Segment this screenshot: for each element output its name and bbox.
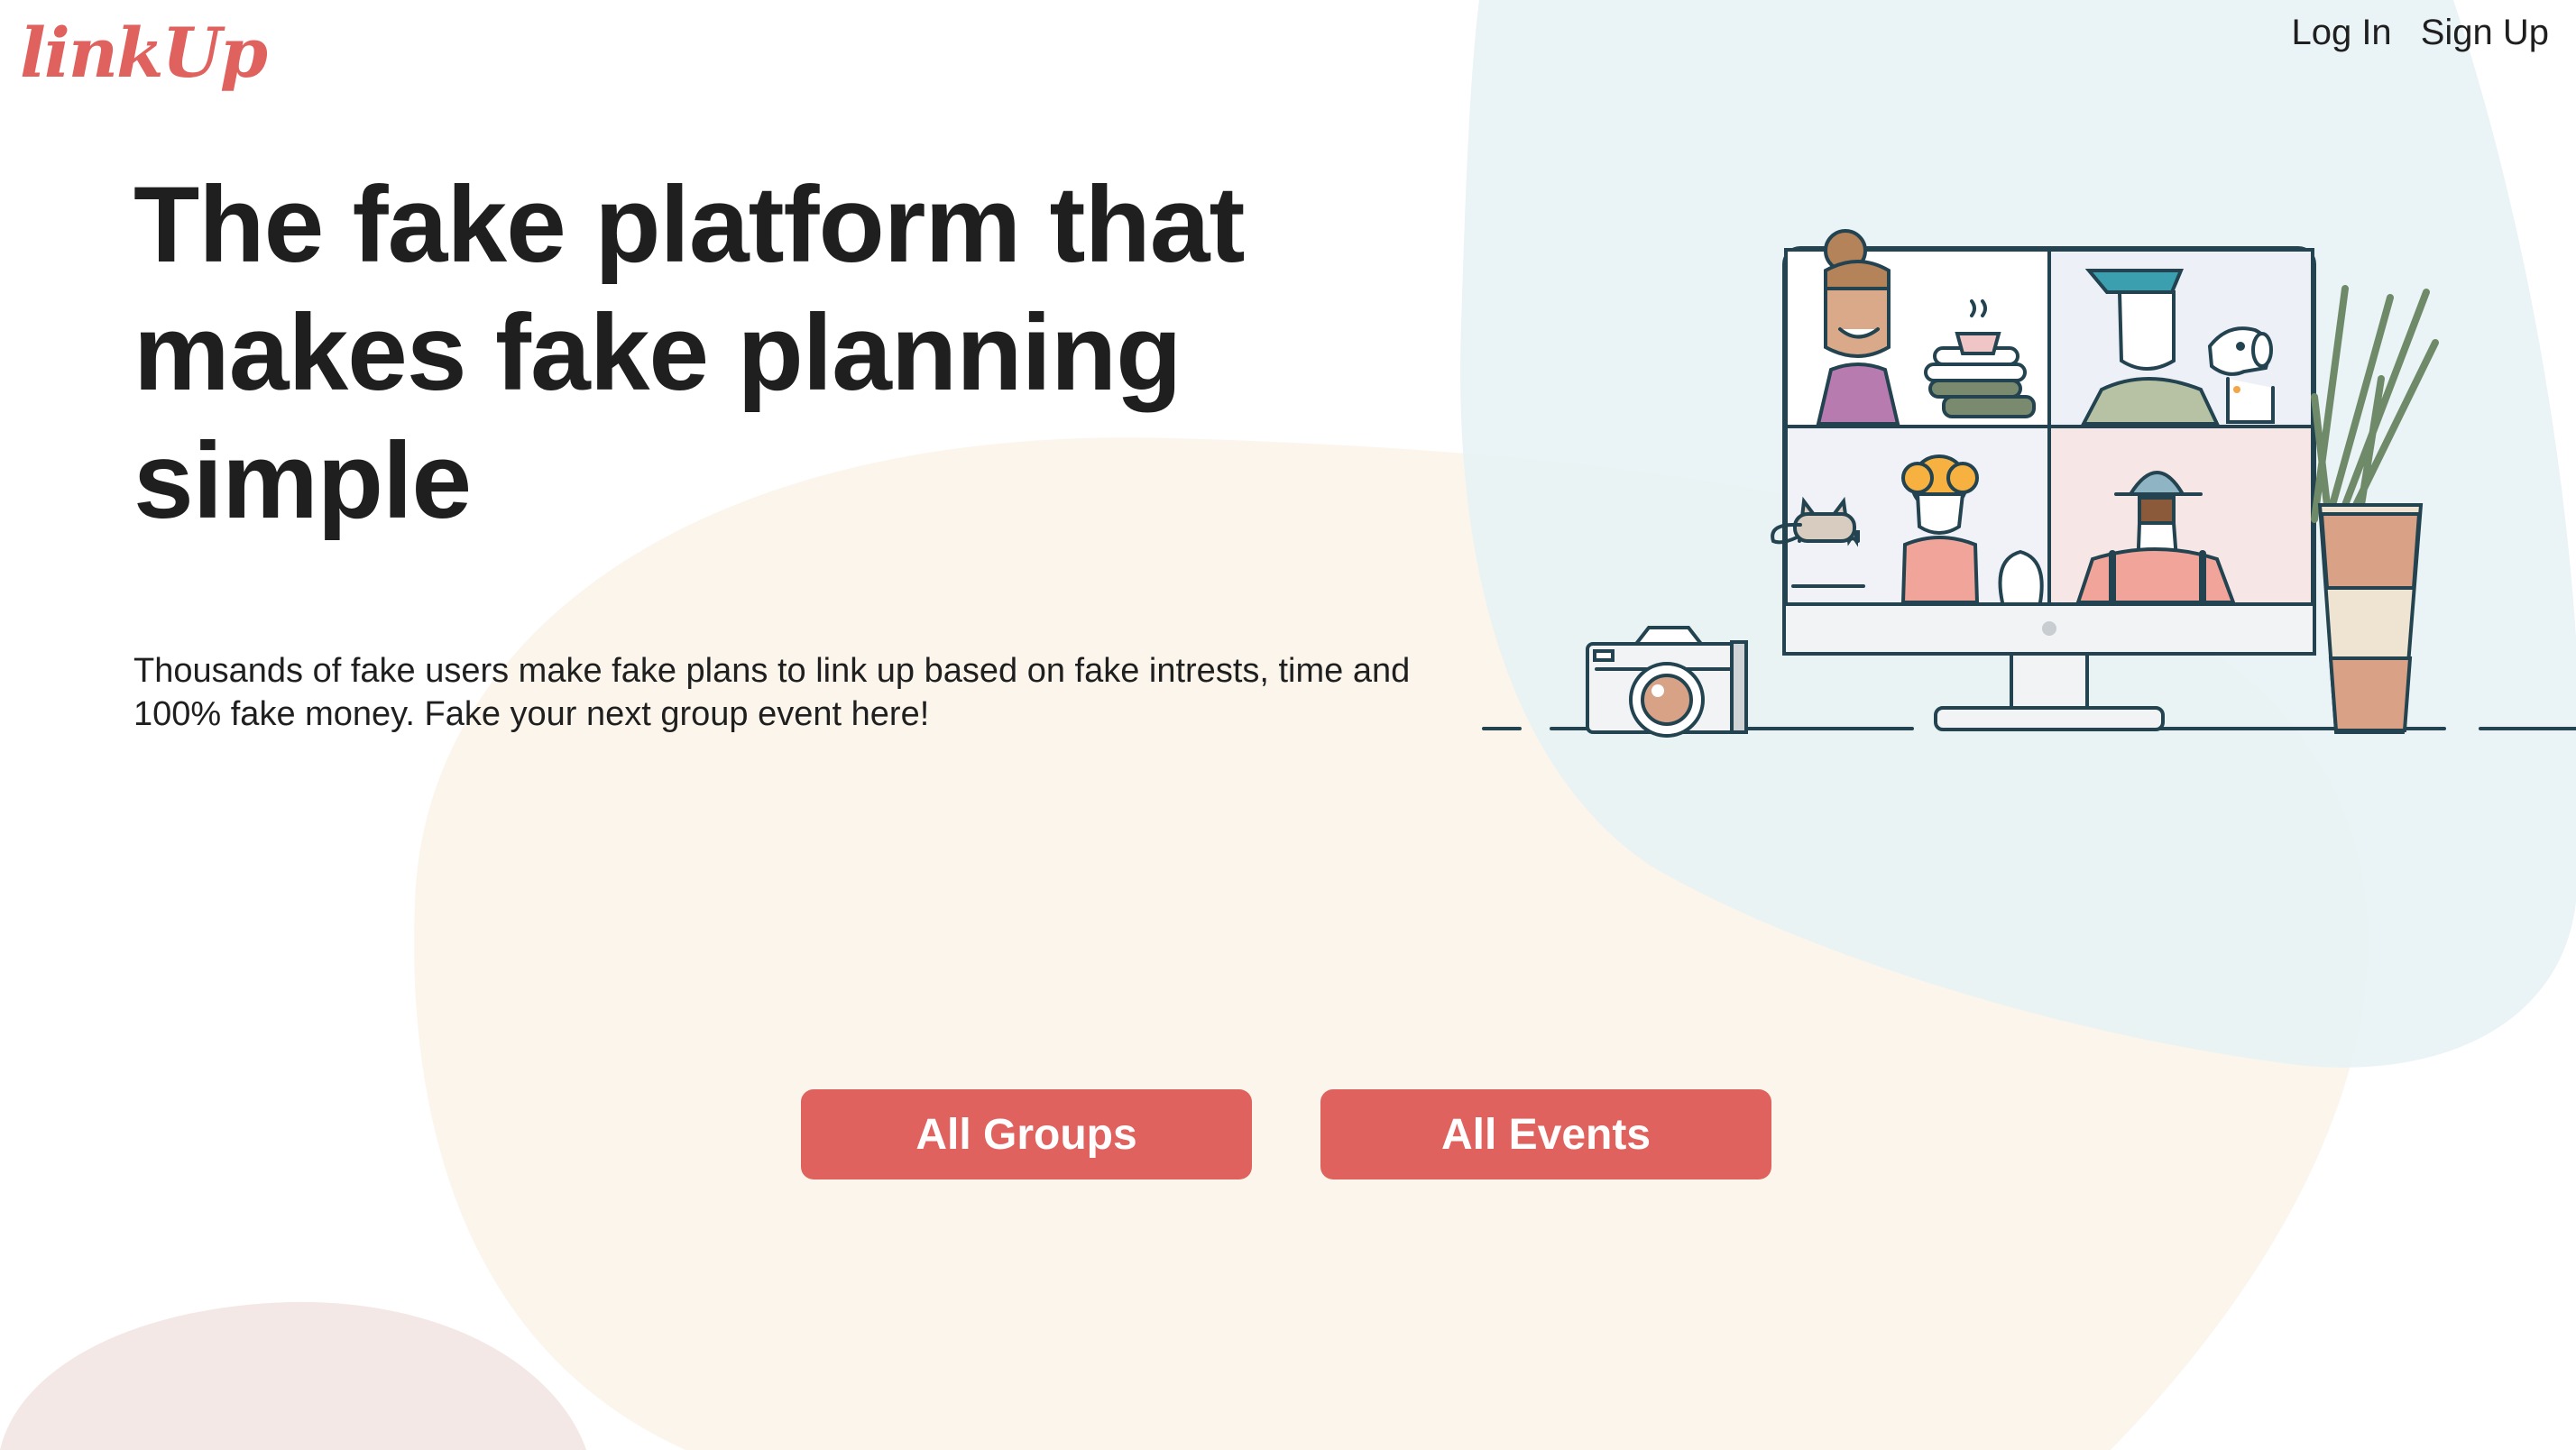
plant-icon [2311,285,2439,734]
all-groups-button[interactable]: All Groups [801,1089,1252,1179]
camera-icon [1586,626,1748,738]
pink-blob [0,1301,586,1450]
hero-headline: The fake platform that makes fake planni… [133,164,1246,541]
hero-illustration [1482,229,2576,738]
logo[interactable]: linkUp [20,13,268,93]
video-call-monitor-icon [1771,229,2316,731]
login-link[interactable]: Log In [2291,13,2391,53]
top-nav: Log In Sign Up [2291,13,2549,53]
all-events-button[interactable]: All Events [1320,1089,1771,1179]
signup-link[interactable]: Sign Up [2421,13,2549,53]
hero-subtitle: Thousands of fake users make fake plans … [133,652,1411,733]
